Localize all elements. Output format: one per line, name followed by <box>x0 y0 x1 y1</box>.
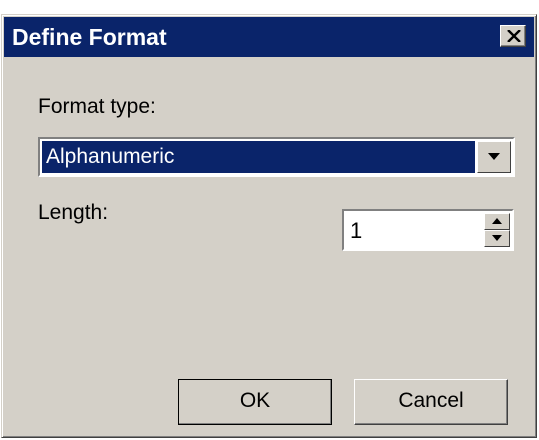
title-bar[interactable]: Define Format <box>4 17 534 57</box>
format-type-label: Format type: <box>38 95 156 118</box>
format-type-select[interactable]: Alphanumeric <box>38 137 515 177</box>
format-type-selected-value: Alphanumeric <box>42 141 475 173</box>
arrow-up-icon <box>492 218 502 224</box>
chevron-down-icon <box>488 153 500 160</box>
length-label: Length: <box>38 201 109 224</box>
length-spinner[interactable]: 1 <box>342 209 514 251</box>
arrow-down-icon <box>492 235 502 241</box>
length-input[interactable]: 1 <box>350 215 362 247</box>
length-increment-button[interactable] <box>484 213 510 230</box>
cancel-button[interactable]: Cancel <box>354 379 508 425</box>
close-icon <box>507 30 521 42</box>
define-format-dialog: Define Format Format type: Alphanumeric … <box>1 14 537 438</box>
format-type-dropdown-button[interactable] <box>477 141 511 173</box>
ok-button[interactable]: OK <box>178 379 332 425</box>
dialog-title: Define Format <box>12 24 167 50</box>
close-button[interactable] <box>500 25 526 47</box>
length-decrement-button[interactable] <box>484 230 510 247</box>
